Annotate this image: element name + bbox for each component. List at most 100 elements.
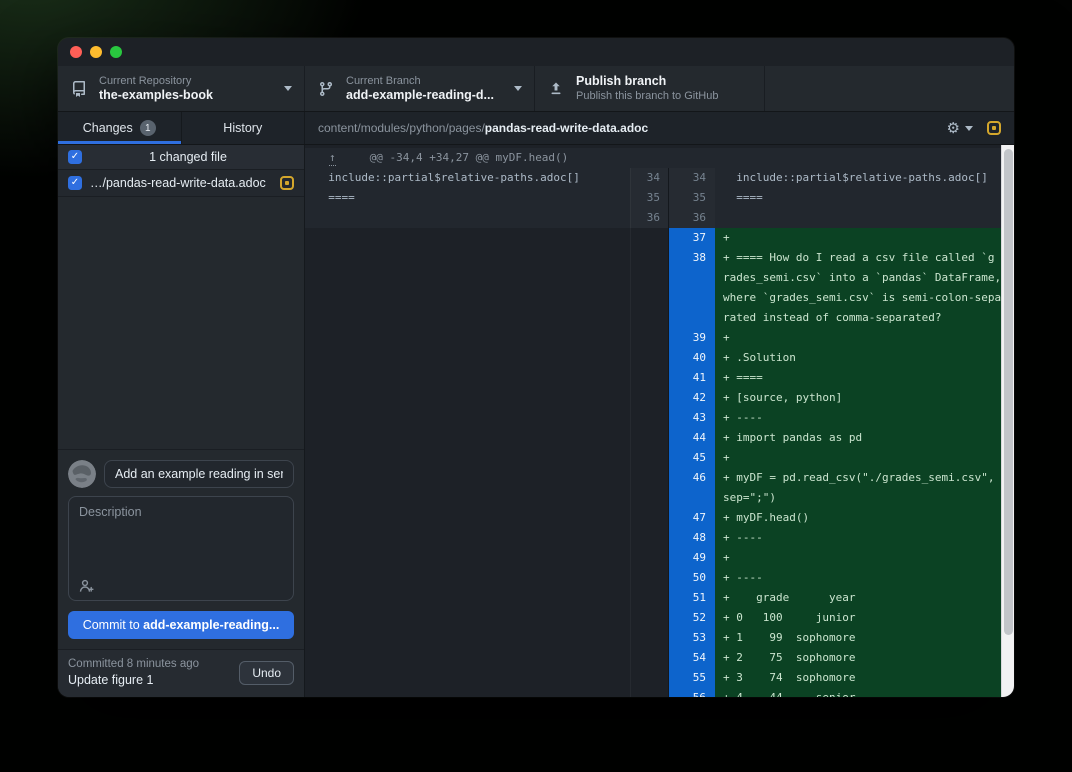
diff-view: ↑@@ -34,4 +34,27 @@ myDF.head() include:… [305,145,1014,697]
diff-row[interactable]: 37+ [305,228,1001,248]
diff-row[interactable]: 47+ myDF.head() [305,508,1001,528]
diff-row[interactable]: 44+ import pandas as pd [305,428,1001,448]
diff-scrollbar[interactable] [1001,145,1014,697]
commit-summary-input[interactable] [104,460,294,488]
repo-icon [70,80,88,98]
diff-row[interactable]: rated instead of comma-separated? [305,308,1001,328]
diff-old-content [305,268,630,288]
diff-new-content: + myDF = pd.read_csv("./grades_semi.csv"… [715,468,1001,488]
diff-old-content [305,248,630,268]
diff-old-content [305,328,630,348]
upload-icon [547,80,565,98]
diff-new-linenum: 37 [668,228,715,248]
diff-old-linenum [630,388,668,408]
diff-new-content: + import pandas as pd [715,428,1001,448]
diff-row[interactable]: 45+ [305,448,1001,468]
git-branch-icon [317,80,335,98]
diff-new-linenum [668,288,715,308]
diff-row[interactable]: 53+ 1 99 sophomore [305,628,1001,648]
expand-hunk-icon[interactable]: ↑ [329,151,336,166]
diff-new-linenum: 45 [668,448,715,468]
diff-old-linenum [630,628,668,648]
last-commit-time: Committed 8 minutes ago [68,657,239,672]
diff-row[interactable]: 40+ .Solution [305,348,1001,368]
diff-row[interactable]: include::partial$relative-paths.adoc[]34… [305,168,1001,188]
diff-new-content: + grade year [715,588,1001,608]
diff-old-linenum [630,448,668,468]
diff-options-button[interactable]: ⚙ [947,121,973,136]
minimize-window-button[interactable] [90,46,102,58]
changes-sidebar: ✓ 1 changed file ✓ …/pandas-read-write-d… [58,145,305,697]
current-branch-button[interactable]: Current Branch add-example-reading-d... [305,66,535,111]
zoom-window-button[interactable] [110,46,122,58]
toolbar: Current Repository the-examples-book Cur… [58,66,1014,112]
diff-old-linenum [630,328,668,348]
diff-old-linenum [630,308,668,328]
publish-branch-button[interactable]: Publish branch Publish this branch to Gi… [535,66,765,111]
diff-old-linenum [630,688,668,697]
diff-old-linenum [630,288,668,308]
diff-hunk-header: ↑@@ -34,4 +34,27 @@ myDF.head() [305,148,1001,168]
github-desktop-window: Current Repository the-examples-book Cur… [58,38,1014,697]
diff-row[interactable]: 52+ 0 100 junior [305,608,1001,628]
diff-old-content [305,388,630,408]
diff-row[interactable]: 56+ 4 44 senior [305,688,1001,697]
chevron-down-icon [965,126,973,131]
diff-new-content: + [715,548,1001,568]
gear-icon: ⚙ [947,121,960,136]
include-all-checkbox[interactable]: ✓ [68,150,82,164]
diff-row[interactable]: 55+ 3 74 sophomore [305,668,1001,688]
diff-new-linenum: 44 [668,428,715,448]
diff-row[interactable]: 41+ ==== [305,368,1001,388]
file-path-bar: content/modules/python/pages/pandas-read… [305,112,1014,144]
diff-row[interactable]: ====3535 ==== [305,188,1001,208]
user-avatar [68,460,96,488]
changed-file-row[interactable]: ✓ …/pandas-read-write-data.adoc [58,170,304,197]
undo-commit-bar: Committed 8 minutes ago Update figure 1 … [58,649,304,697]
current-repository-button[interactable]: Current Repository the-examples-book [58,66,305,111]
diff-new-content: + ==== [715,368,1001,388]
diff-old-content [305,368,630,388]
diff-row[interactable]: 3636 [305,208,1001,228]
commit-description-input[interactable] [79,505,285,574]
diff-old-linenum [630,648,668,668]
diff-row[interactable]: 43+ ---- [305,408,1001,428]
diff-row[interactable]: sep=";") [305,488,1001,508]
sidebar-empty-space [58,197,304,449]
undo-button[interactable]: Undo [239,661,294,685]
publish-branch-title: Publish branch [576,74,752,89]
diff-new-content [715,208,1001,228]
tab-history[interactable]: History [181,112,305,144]
diff-row[interactable]: 49+ [305,548,1001,568]
diff-old-linenum [630,468,668,488]
diff-row[interactable]: 50+ ---- [305,568,1001,588]
diff-row[interactable]: rades_semi.csv` into a `pandas` DataFram… [305,268,1001,288]
diff-row[interactable]: 39+ [305,328,1001,348]
diff-row[interactable]: 42+ [source, python] [305,388,1001,408]
diff-row[interactable]: 48+ ---- [305,528,1001,548]
diff-new-linenum: 36 [668,208,715,228]
diff-old-content [305,568,630,588]
file-path-directory: content/modules/python/pages/ [318,121,485,135]
commit-button-branch: add-example-reading... [143,618,279,632]
diff-old-content [305,608,630,628]
diff-old-linenum [630,568,668,588]
changed-files-header: ✓ 1 changed file [58,145,304,170]
diff-row[interactable]: 51+ grade year [305,588,1001,608]
diff-row[interactable]: 46+ myDF = pd.read_csv("./grades_semi.cs… [305,468,1001,488]
close-window-button[interactable] [70,46,82,58]
diff-row[interactable]: where `grades_semi.csv` is semi-colon-se… [305,288,1001,308]
diff-row[interactable]: 54+ 2 75 sophomore [305,648,1001,668]
chevron-down-icon [514,86,522,91]
diff-scrollbar-thumb[interactable] [1004,149,1013,635]
include-file-checkbox[interactable]: ✓ [68,176,82,190]
commit-form: Commit to add-example-reading... [58,449,304,649]
diff-row[interactable]: 38+ ==== How do I read a csv file called… [305,248,1001,268]
commit-button[interactable]: Commit to add-example-reading... [68,611,294,639]
tab-changes[interactable]: Changes 1 [58,112,181,144]
diff-old-content [305,628,630,648]
diff-new-linenum: 52 [668,608,715,628]
tab-changes-label: Changes [83,121,133,135]
add-coauthor-icon[interactable] [79,579,95,593]
changed-file-name: …/pandas-read-write-data.adoc [90,176,272,190]
